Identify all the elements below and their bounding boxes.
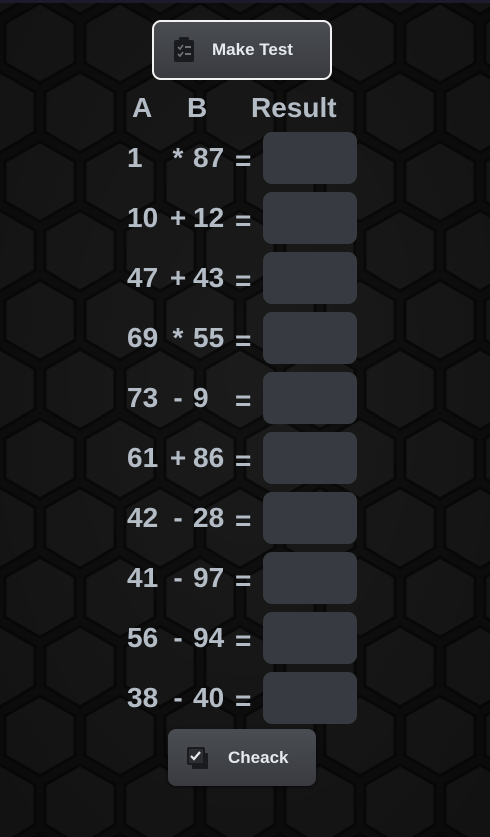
operand-a: 41 (127, 562, 159, 593)
column-header-a: A (132, 92, 153, 123)
operator: - (173, 502, 183, 533)
equals-sign: = (235, 685, 252, 716)
result-input[interactable] (263, 312, 357, 364)
operand-a: 69 (127, 322, 159, 353)
equals-sign: = (235, 385, 252, 416)
equals-sign: = (235, 565, 252, 596)
operand-b: 87 (193, 142, 225, 173)
problem-row: 73-9 = (0, 372, 490, 432)
problem-row: 1 * 87 = (0, 132, 490, 192)
column-header-b: B (187, 92, 208, 123)
operator: - (173, 382, 183, 413)
top-border (0, 0, 490, 3)
result-input[interactable] (263, 372, 357, 424)
operand-b: 94 (193, 622, 225, 653)
operand-b: 86 (193, 442, 225, 473)
problem-row: 56-94 = (0, 612, 490, 672)
operand-a: 42 (127, 502, 159, 533)
problem-row: 61 +86 = (0, 432, 490, 492)
operand-b: 97 (193, 562, 225, 593)
problem-row: 10 +12 = (0, 192, 490, 252)
operand-b: 43 (193, 262, 225, 293)
make-test-button[interactable]: Make Test (152, 20, 332, 80)
operand-a: 47 (127, 262, 159, 293)
column-header-result: Result (251, 92, 337, 123)
make-test-label: Make Test (212, 40, 293, 59)
operator: - (173, 682, 183, 713)
operator: + (169, 202, 187, 233)
problem-row: 38-40 = (0, 672, 490, 732)
equals-sign: = (235, 325, 252, 356)
result-input[interactable] (263, 432, 357, 484)
check-label: Cheack (228, 747, 289, 767)
problem-row: 41-97 = (0, 552, 490, 612)
equals-sign: = (235, 265, 252, 296)
result-input[interactable] (263, 552, 357, 604)
equals-sign: = (235, 205, 252, 236)
result-input[interactable] (263, 252, 357, 304)
result-input[interactable] (263, 612, 357, 664)
problem-row: 47 +43 = (0, 252, 490, 312)
operator: - (173, 562, 183, 593)
equals-sign: = (235, 625, 252, 656)
operator: + (169, 442, 187, 473)
result-input[interactable] (263, 192, 357, 244)
operator: * (172, 322, 184, 353)
clipboard-icon (172, 37, 196, 63)
result-input[interactable] (263, 132, 357, 184)
equals-sign: = (235, 505, 252, 536)
operand-a: 10 (127, 202, 159, 233)
operand-b: 9 (193, 382, 209, 413)
check-button[interactable]: Cheack (168, 729, 316, 786)
problem-row: 42-28 = (0, 492, 490, 552)
operand-b: 12 (193, 202, 225, 233)
checkbox-icon (186, 745, 210, 771)
problem-list: 1 * 87 = 10 +12 = 47 +43 = 69 * 55 = 73-9 = 61 +86 = 42-28 =… (0, 132, 490, 732)
equals-sign: = (235, 145, 252, 176)
operand-a: 73 (127, 382, 159, 413)
operator: - (173, 622, 183, 653)
operand-b: 55 (193, 322, 225, 353)
problem-row: 69 * 55 = (0, 312, 490, 372)
operand-a: 1 (127, 142, 143, 173)
operator: * (172, 142, 184, 173)
operand-b: 28 (193, 502, 225, 533)
operand-a: 61 (127, 442, 159, 473)
equals-sign: = (235, 445, 252, 476)
operand-b: 40 (193, 682, 225, 713)
result-input[interactable] (263, 492, 357, 544)
operand-a: 38 (127, 682, 159, 713)
operand-a: 56 (127, 622, 159, 653)
operator: + (169, 262, 187, 293)
result-input[interactable] (263, 672, 357, 724)
